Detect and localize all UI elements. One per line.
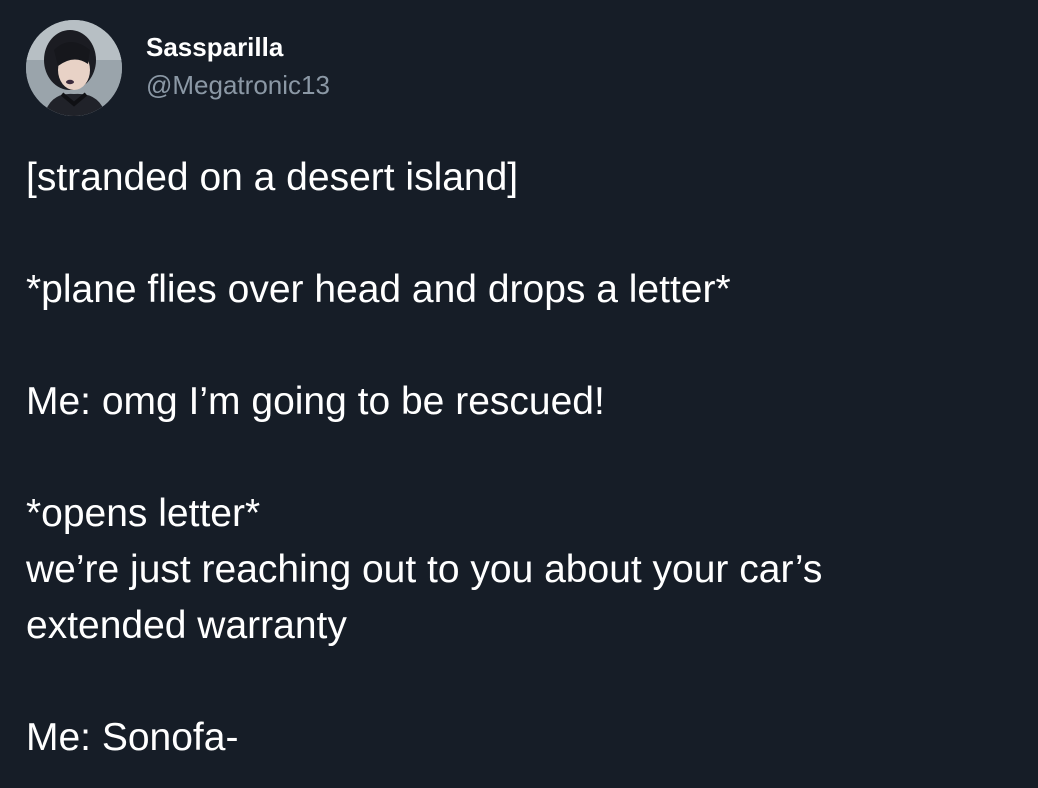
display-name[interactable]: Sassparilla xyxy=(146,31,330,63)
user-info: Sassparilla @Megatronic13 xyxy=(146,31,330,101)
tweet-line: we’re just reaching out to you about you… xyxy=(26,548,823,591)
avatar-image xyxy=(26,20,122,116)
tweet-line: Me: omg I’m going to be rescued! xyxy=(26,380,605,423)
tweet-line: extended warranty xyxy=(26,604,347,647)
tweet-card: Sassparilla @Megatronic13 [stranded on a… xyxy=(0,0,1038,788)
tweet-line: *plane flies over head and drops a lette… xyxy=(26,268,731,311)
tweet-line: Me: Sonofa- xyxy=(26,716,239,759)
avatar[interactable] xyxy=(26,20,122,116)
tweet-text: [stranded on a desert island] *plane fli… xyxy=(26,150,1016,766)
tweet-header: Sassparilla @Megatronic13 xyxy=(26,20,330,116)
tweet-line: *opens letter* xyxy=(26,492,261,535)
user-handle[interactable]: @Megatronic13 xyxy=(146,69,330,101)
tweet-line: [stranded on a desert island] xyxy=(26,156,519,199)
